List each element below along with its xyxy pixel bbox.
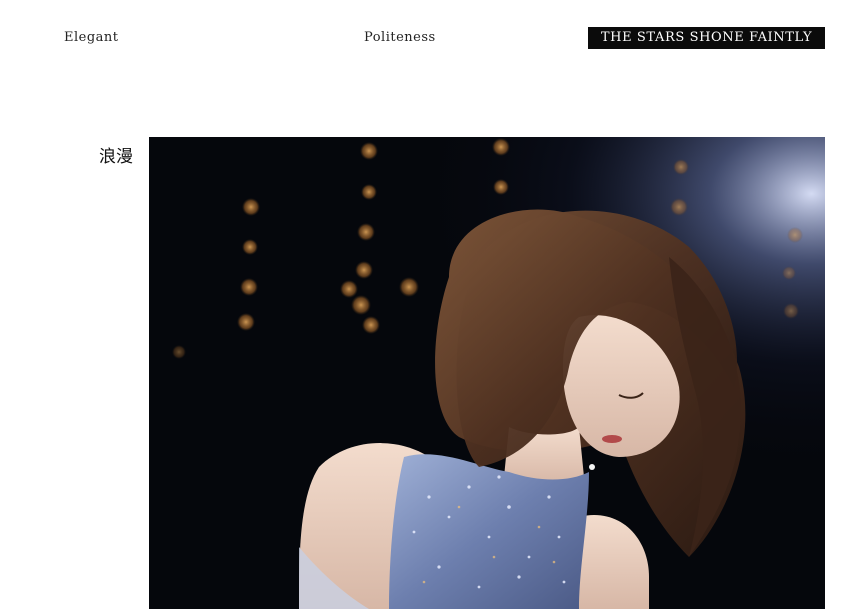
- lips: [602, 435, 622, 443]
- header-word-politeness: Politeness: [364, 30, 436, 45]
- earring: [589, 464, 595, 470]
- header-badge: THE STARS SHONE FAINTLY: [588, 27, 825, 49]
- section-side-label: 浪漫: [99, 147, 133, 167]
- header-word-elegant: Elegant: [64, 30, 119, 45]
- model-photo-illustration: [149, 137, 825, 609]
- model-photo: [149, 137, 825, 609]
